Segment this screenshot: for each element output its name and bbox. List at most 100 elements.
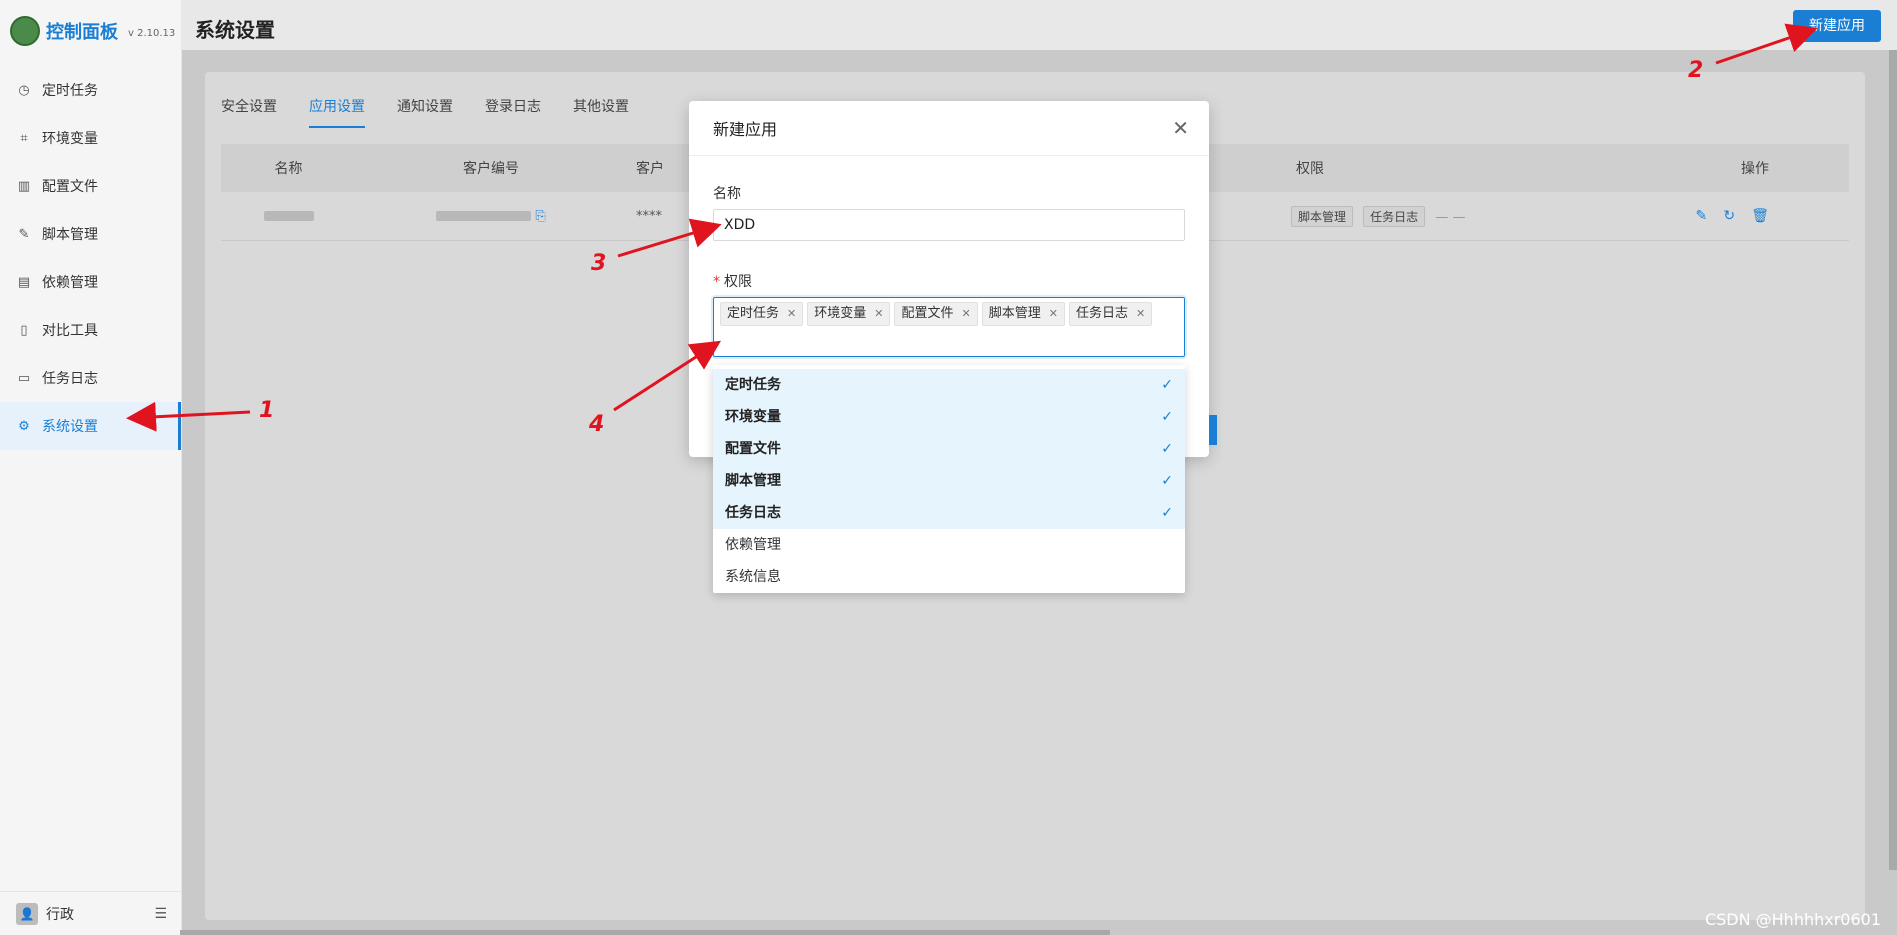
- permission-chip: 配置文件 ✕: [894, 302, 978, 326]
- sidebar-item-label: 配置文件: [42, 179, 98, 195]
- package-icon: ▤: [17, 274, 31, 290]
- folder-icon: ▭: [17, 370, 31, 386]
- app-version: v 2.10.13: [128, 27, 176, 39]
- sidebar-item-settings[interactable]: ⚙ 系统设置: [0, 402, 181, 450]
- sidebar-item-env[interactable]: ⌗ 环境变量: [0, 114, 181, 162]
- sidebar-item-label: 对比工具: [42, 323, 98, 339]
- annotation-label-4: 4: [589, 412, 605, 437]
- check-icon: ✓: [1161, 441, 1173, 457]
- dropdown-option[interactable]: 任务日志 ✓: [713, 497, 1185, 529]
- remove-chip-icon[interactable]: ✕: [1049, 303, 1058, 325]
- remove-chip-icon[interactable]: ✕: [787, 303, 796, 325]
- remove-chip-icon[interactable]: ✕: [874, 303, 883, 325]
- option-label: 任务日志: [725, 505, 781, 521]
- logo-icon: [10, 16, 40, 46]
- name-label: 名称: [713, 186, 741, 202]
- tab-other[interactable]: 其他设置: [573, 96, 629, 128]
- diff-icon: ▯: [20, 322, 28, 338]
- permission-label: 权限: [724, 274, 752, 290]
- permission-chip: 环境变量 ✕: [807, 302, 891, 326]
- check-icon: ✓: [1161, 505, 1173, 521]
- annotation-label-3: 3: [591, 251, 607, 276]
- option-label: 依赖管理: [725, 537, 781, 553]
- user-bar: 👤 行政 ☰: [0, 891, 181, 935]
- dropdown-option[interactable]: 定时任务 ✓: [713, 369, 1185, 401]
- app-logo[interactable]: 控制面板 v 2.10.13: [10, 16, 175, 46]
- option-label: 系统信息: [725, 569, 781, 585]
- dropdown-option[interactable]: 配置文件 ✓: [713, 433, 1185, 465]
- sidebar-item-scripts[interactable]: ✎ 脚本管理: [0, 210, 181, 258]
- chip-label: 环境变量: [814, 306, 867, 321]
- modal-title: 新建应用: [713, 120, 778, 139]
- check-icon: ✓: [1161, 409, 1173, 425]
- delete-icon[interactable]: 🗑: [1751, 208, 1769, 224]
- check-icon: ✓: [1161, 377, 1173, 393]
- sidebar-item-label: 系统设置: [42, 419, 98, 435]
- option-label: 脚本管理: [725, 473, 781, 489]
- config-icon: ▥: [17, 178, 31, 194]
- reset-icon[interactable]: ↻: [1723, 208, 1735, 224]
- row-actions: ✎ ↻ 🗑: [1376, 208, 1849, 224]
- option-label: 环境变量: [725, 409, 781, 425]
- permission-select[interactable]: 定时任务 ✕ 环境变量 ✕ 配置文件 ✕ 脚本管理 ✕ 任务日志 ✕: [713, 297, 1185, 357]
- sidebar: 控制面板 v 2.10.13 ◷ 定时任务 ⌗ 环境变量 ▥ 配置文件 ✎ 脚本…: [0, 0, 182, 935]
- col-name: 名称: [274, 161, 303, 177]
- tab-security[interactable]: 安全设置: [221, 96, 277, 128]
- sidebar-item-logs[interactable]: ▭ 任务日志: [0, 354, 181, 402]
- page-header: 系统设置 新建应用: [181, 0, 1897, 50]
- tab-notifications[interactable]: 通知设置: [397, 96, 453, 128]
- sidebar-item-label: 定时任务: [42, 83, 98, 99]
- ok-button[interactable]: [1209, 415, 1217, 445]
- col-client-id: 客户编号: [463, 161, 519, 177]
- sidebar-item-label: 环境变量: [42, 131, 98, 147]
- avatar[interactable]: 👤: [16, 902, 38, 925]
- chip-label: 脚本管理: [988, 306, 1041, 321]
- sidebar-menu: ◷ 定时任务 ⌗ 环境变量 ▥ 配置文件 ✎ 脚本管理 ▤ 依赖管理 ▯ 对比工…: [0, 66, 181, 450]
- app-title: 控制面板: [46, 22, 118, 43]
- tab-apps[interactable]: 应用设置: [309, 96, 365, 128]
- sidebar-item-label: 脚本管理: [42, 227, 98, 243]
- horizontal-scrollbar[interactable]: [180, 930, 1110, 935]
- dropdown-option[interactable]: 脚本管理 ✓: [713, 465, 1185, 497]
- dropdown-option[interactable]: 依赖管理: [713, 529, 1185, 561]
- required-mark: *: [713, 274, 720, 290]
- sidebar-item-cron[interactable]: ◷ 定时任务: [0, 66, 181, 114]
- gear-icon: ⚙: [18, 418, 30, 434]
- permission-dropdown: 定时任务 ✓ 环境变量 ✓ 配置文件 ✓ 脚本管理 ✓ 任务日志 ✓ 依赖管理 系统信息: [713, 365, 1185, 593]
- perm-tag: 脚本管理: [1291, 205, 1354, 227]
- permission-chip: 定时任务 ✕: [720, 302, 804, 326]
- chip-label: 任务日志: [1075, 306, 1128, 321]
- user-name[interactable]: 行政: [46, 904, 74, 924]
- remove-chip-icon[interactable]: ✕: [961, 303, 970, 325]
- clock-icon: ◷: [18, 82, 30, 98]
- check-icon: ✓: [1161, 473, 1173, 489]
- annotation-label-2: 2: [1688, 58, 1704, 83]
- edit-icon[interactable]: ✎: [1695, 208, 1707, 224]
- sidebar-item-deps[interactable]: ▤ 依赖管理: [0, 258, 181, 306]
- option-label: 配置文件: [725, 441, 781, 457]
- sidebar-item-label: 任务日志: [42, 371, 98, 387]
- collapse-menu-icon[interactable]: ☰: [154, 906, 167, 922]
- remove-chip-icon[interactable]: ✕: [1136, 303, 1145, 325]
- new-app-button[interactable]: 新建应用: [1793, 10, 1881, 42]
- permission-label-wrap: * 权限: [713, 271, 752, 291]
- tab-login-log[interactable]: 登录日志: [485, 96, 541, 128]
- edit-icon: ✎: [18, 226, 30, 242]
- watermark: CSDN @Hhhhhxr0601: [1704, 910, 1881, 929]
- copy-icon[interactable]: ⎘: [535, 209, 545, 224]
- dropdown-option[interactable]: 系统信息: [713, 561, 1185, 593]
- close-icon[interactable]: ✕: [1172, 116, 1189, 140]
- name-input[interactable]: [713, 209, 1185, 241]
- dropdown-option[interactable]: 环境变量 ✓: [713, 401, 1185, 433]
- variable-icon: ⌗: [20, 130, 28, 146]
- overlay-scrollbar[interactable]: [1889, 50, 1897, 870]
- permission-chip: 任务日志 ✕: [1068, 302, 1153, 326]
- sidebar-item-config[interactable]: ▥ 配置文件: [0, 162, 181, 210]
- row-name: [221, 209, 356, 224]
- settings-tabs: 安全设置 应用设置 通知设置 登录日志 其他设置: [221, 96, 629, 128]
- modal-header: 新建应用 ✕: [689, 101, 1209, 156]
- sidebar-item-diff[interactable]: ▯ 对比工具: [0, 306, 181, 354]
- sidebar-item-label: 依赖管理: [42, 275, 98, 291]
- annotation-label-1: 1: [259, 398, 275, 423]
- page-title: 系统设置: [195, 18, 275, 42]
